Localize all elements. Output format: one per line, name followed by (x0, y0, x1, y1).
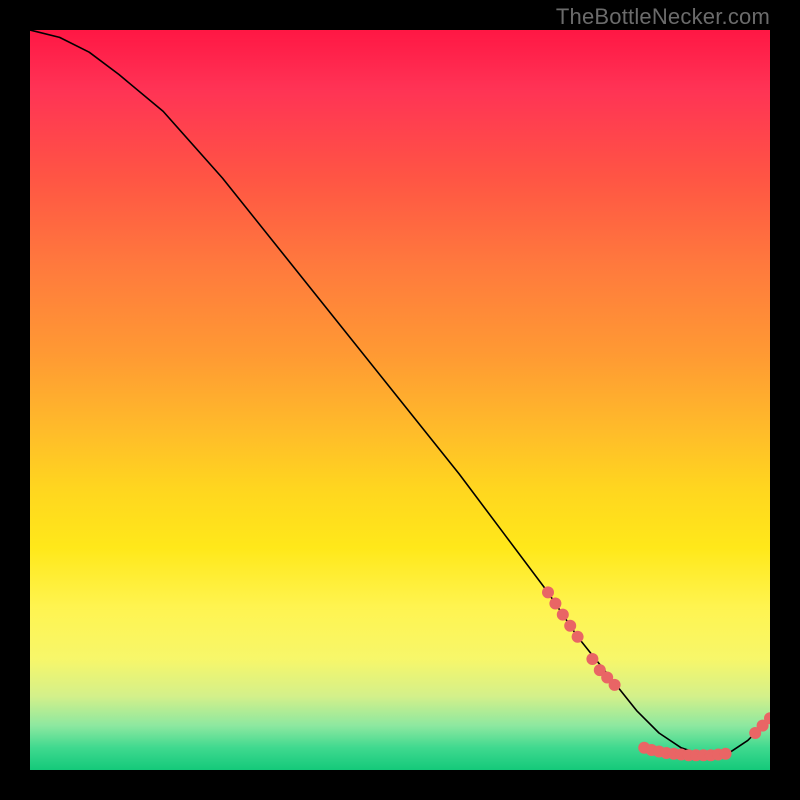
marker-dot (564, 620, 576, 632)
chart-svg (30, 30, 770, 770)
marker-dot (549, 598, 561, 610)
plot-area (30, 30, 770, 770)
chart-frame: TheBottleNecker.com (0, 0, 800, 800)
marker-dot (609, 679, 621, 691)
curve-layer (30, 30, 770, 755)
marker-dot (557, 609, 569, 621)
marker-dot (586, 653, 598, 665)
marker-dot (542, 586, 554, 598)
marker-dot (572, 631, 584, 643)
curve-line (30, 30, 770, 755)
marker-dot (720, 748, 732, 760)
marker-layer (542, 586, 770, 761)
watermark-text: TheBottleNecker.com (556, 4, 770, 30)
